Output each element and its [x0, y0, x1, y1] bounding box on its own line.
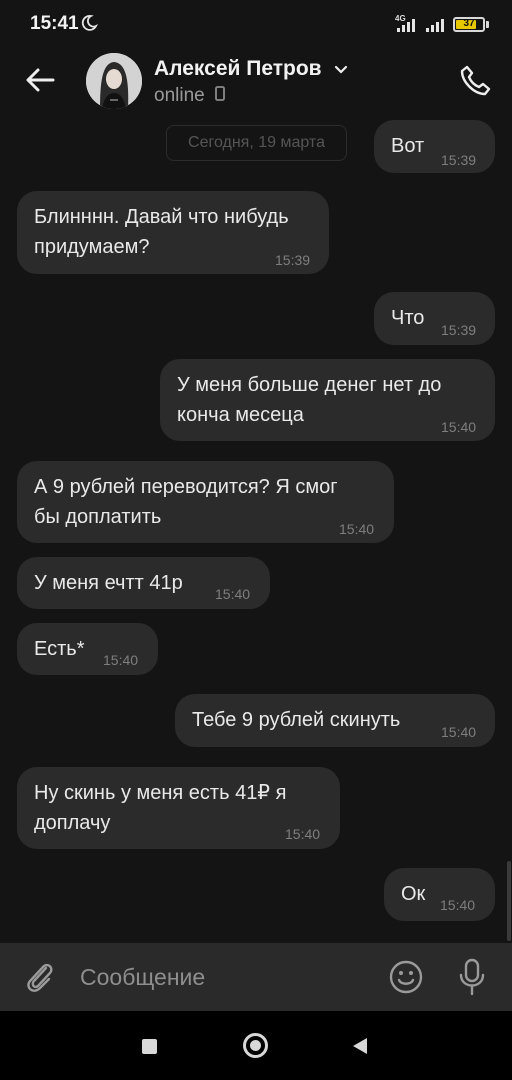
chat-scrollbar[interactable] — [507, 861, 511, 941]
message-text: Тебе 9 рублей скинуть — [192, 709, 401, 731]
mobile-device-icon — [215, 86, 225, 101]
home-button[interactable] — [243, 1033, 268, 1058]
message-bubble-outgoing[interactable]: Тебе 9 рублей скинуть 15:40 — [175, 694, 495, 747]
message-time: 15:40 — [215, 586, 251, 602]
message-time: 15:40 — [440, 897, 476, 913]
message-bubble-incoming[interactable]: Блинннн. Давай что нибудь придумаем? 15:… — [17, 191, 329, 274]
message-bubble-outgoing[interactable]: Что 15:39 — [374, 292, 495, 345]
back-triangle-icon[interactable] — [352, 1037, 368, 1055]
message-text: Ок — [401, 883, 426, 905]
phone-icon[interactable] — [458, 64, 492, 98]
message-text: А 9 рублей переводится? Я смог бы доплат… — [34, 472, 338, 532]
message-bubble-incoming[interactable]: Есть* 15:40 — [17, 623, 158, 675]
signal-strength-icon — [397, 19, 415, 32]
message-text: Есть* — [34, 638, 85, 660]
contact-avatar[interactable] — [86, 53, 142, 109]
message-time: 15:39 — [441, 152, 477, 168]
battery-icon: 37 — [453, 17, 485, 32]
online-status-text: online — [154, 85, 205, 106]
do-not-disturb-moon-icon — [81, 15, 98, 31]
message-bubble-incoming[interactable]: А 9 рублей переводится? Я смог бы доплат… — [17, 461, 394, 543]
contact-name[interactable]: Алексей Петров — [154, 57, 322, 81]
chat-header: Алексей Петров online — [0, 50, 512, 116]
message-input[interactable] — [70, 957, 370, 997]
home-button-dot — [250, 1040, 261, 1051]
message-time: 15:40 — [441, 724, 477, 740]
status-time: 15:41 — [30, 13, 79, 34]
message-text-line: А 9 рублей переводится? Я смог — [34, 476, 338, 498]
message-text: Ну скинь у меня есть 41₽ я доплачу — [34, 778, 286, 838]
microphone-icon[interactable] — [456, 957, 488, 997]
message-time: 15:39 — [441, 322, 477, 338]
system-navigation-bar — [0, 1011, 512, 1080]
message-text-line: Ну скинь у меня есть 41₽ я — [34, 782, 287, 804]
message-time: 15:40 — [103, 652, 139, 668]
battery-tip — [486, 21, 489, 28]
message-text-line: У меня больше денег нет до — [177, 374, 442, 396]
message-text: Блинннн. Давай что нибудь придумаем? — [34, 202, 289, 262]
chat-screen: 15:41 4G 37 Алексей Петров online Сегодн… — [0, 0, 512, 1080]
paperclip-icon[interactable] — [22, 959, 58, 995]
message-text-line: придумаем? — [34, 236, 150, 258]
message-text-line: конча месеца — [177, 404, 304, 426]
smiley-icon[interactable] — [388, 959, 424, 995]
message-composer — [0, 943, 512, 1011]
message-time: 15:39 — [275, 252, 311, 268]
battery-percent: 37 — [463, 18, 475, 29]
back-button[interactable] — [18, 60, 62, 100]
message-bubble-outgoing[interactable]: У меня больше денег нет до конча месеца … — [160, 359, 495, 441]
contact-status: online — [154, 85, 226, 107]
message-text: Что — [391, 307, 425, 329]
recent-apps-button[interactable] — [142, 1039, 157, 1054]
chevron-down-icon[interactable] — [334, 65, 348, 75]
message-text-line: Блинннн. Давай что нибудь — [34, 206, 289, 228]
message-list[interactable]: Сегодня, 19 марта Вот 15:39 Блинннн. Дав… — [0, 116, 512, 942]
avatar-image — [86, 53, 142, 109]
date-separator: Сегодня, 19 марта — [166, 125, 347, 161]
arrow-left-icon — [26, 68, 55, 92]
message-text-line: доплачу — [34, 812, 111, 834]
message-time: 15:40 — [339, 521, 375, 537]
message-text-line: бы доплатить — [34, 506, 162, 528]
message-bubble-incoming[interactable]: У меня ечтт 41р 15:40 — [17, 557, 270, 609]
status-bar: 15:41 4G 37 — [0, 0, 512, 50]
signal-strength-icon — [426, 19, 444, 32]
message-time: 15:40 — [285, 826, 321, 842]
message-bubble-outgoing[interactable]: Вот 15:39 — [374, 120, 495, 173]
message-time: 15:40 — [441, 419, 477, 435]
message-text: Вот — [391, 135, 425, 157]
message-text: У меня ечтт 41р — [34, 572, 183, 594]
message-bubble-outgoing[interactable]: Ок 15:40 — [384, 868, 495, 921]
message-text: У меня больше денег нет до конча месеца — [177, 370, 441, 430]
message-bubble-incoming[interactable]: Ну скинь у меня есть 41₽ я доплачу 15:40 — [17, 767, 340, 849]
